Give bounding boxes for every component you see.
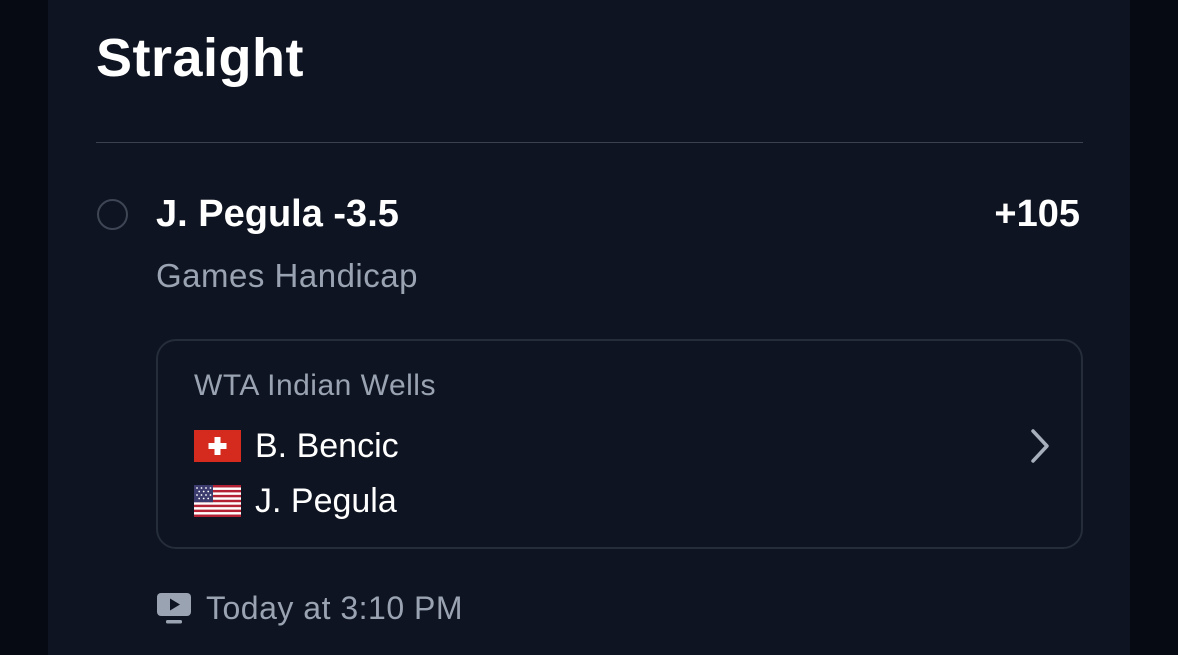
bet-odds[interactable]: +105 — [994, 190, 1080, 238]
event-card[interactable]: WTA Indian Wells B. Bencic J. Pegula — [156, 339, 1083, 549]
switzerland-flag-icon — [194, 430, 241, 462]
bet-slip-panel: Straight J. Pegula -3.5 +105 Games Handi… — [48, 0, 1130, 655]
player-name: J. Pegula — [255, 482, 397, 520]
bet-selection: J. Pegula -3.5 — [156, 193, 399, 235]
player-row: J. Pegula — [194, 481, 397, 521]
event-time-row: Today at 3:10 PM — [156, 588, 463, 628]
chevron-right-icon — [1031, 429, 1049, 463]
usa-flag-icon — [194, 485, 241, 517]
section-title: Straight — [96, 28, 305, 88]
player-row: B. Bencic — [194, 426, 399, 466]
tv-icon — [157, 593, 191, 624]
event-start-time: Today at 3:10 PM — [206, 590, 464, 626]
divider — [96, 142, 1083, 143]
market-type: Games Handicap — [156, 257, 418, 294]
bet-select-radio[interactable] — [97, 199, 128, 230]
player-name: B. Bencic — [255, 427, 399, 465]
league-name: WTA Indian Wells — [194, 369, 436, 402]
